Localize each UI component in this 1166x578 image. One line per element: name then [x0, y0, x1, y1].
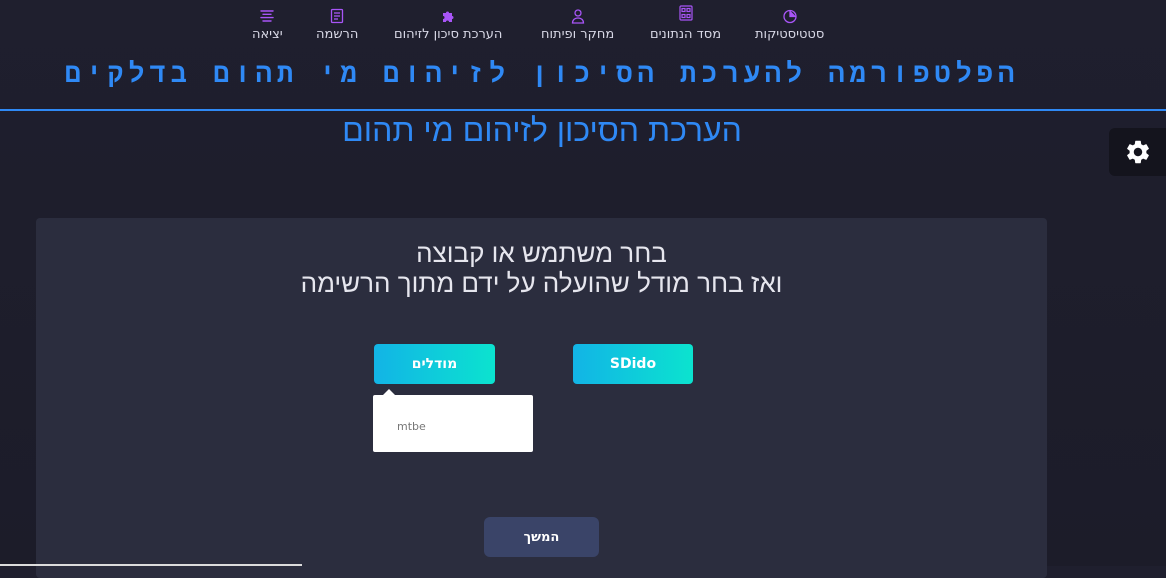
nav-item-statistics[interactable]: סטטיסטיקות: [755, 8, 824, 42]
user-icon: [571, 9, 584, 24]
page-title: הערכת הסיכון לזיהום מי תהום: [342, 112, 742, 148]
title-divider: [0, 109, 1166, 111]
instructions: בחר משתמש או קבוצה ואז בחר מודל שהועלה ע…: [36, 238, 1047, 298]
dropdown-arrow: [383, 389, 395, 395]
nav-item-logout[interactable]: יציאה: [252, 8, 283, 42]
nav-item-register[interactable]: הרשמה: [316, 8, 358, 42]
database-icon: [678, 5, 693, 21]
top-nav: יציאה הרשמה הערכת סיכון לזיהום מחקר ופית…: [0, 0, 1166, 48]
settings-button[interactable]: [1109, 128, 1166, 176]
nav-item-label: מסד הנתונים: [650, 27, 722, 42]
puzzle-icon: [443, 11, 454, 22]
nav-item-label: הרשמה: [316, 27, 359, 42]
pie-chart-icon: [782, 9, 797, 24]
instruction-line-1: בחר משתמש או קבוצה: [416, 238, 667, 268]
nav-item-risk-assessment[interactable]: הערכת סיכון לזיהום: [394, 8, 502, 42]
nav-item-label: סטטיסטיקות: [755, 27, 825, 42]
nav-item-database[interactable]: מסד הנתונים: [650, 5, 721, 42]
nav-item-label: מחקר ופיתוח: [541, 27, 615, 42]
nav-item-label: יציאה: [252, 27, 283, 42]
selection-card: בחר משתמש או קבוצה ואז בחר מודל שהועלה ע…: [36, 218, 1047, 578]
user-select-button[interactable]: SDido: [573, 344, 693, 384]
nav-item-research[interactable]: מחקר ופיתוח: [541, 8, 614, 42]
gear-icon: [1126, 140, 1149, 164]
platform-title: הפלטפורמה להערכת הסיכון לזיהום מי תהום ב…: [64, 58, 1020, 89]
document-icon: [331, 8, 344, 24]
nav-item-label: הערכת סיכון לזיהום: [394, 27, 503, 42]
models-button[interactable]: מודלים: [374, 344, 495, 384]
align-center-icon: [260, 10, 275, 22]
model-option[interactable]: mtbe: [397, 420, 426, 433]
continue-button[interactable]: המשך: [484, 517, 599, 557]
instruction-line-2: ואז בחר מודל שהועלה על ידם מתוך הרשימה: [300, 268, 783, 298]
models-dropdown: mtbe: [373, 389, 533, 452]
